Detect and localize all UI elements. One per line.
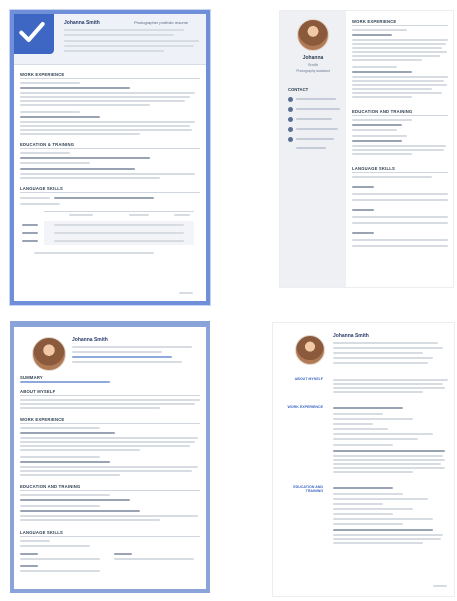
profile-photo bbox=[32, 337, 66, 371]
resume-name: Johanna Smith bbox=[333, 333, 369, 339]
section-heading: EDUCATION AND TRAINING bbox=[352, 109, 413, 114]
section-heading: LANGUAGE SKILLS bbox=[352, 166, 396, 171]
section-heading: EDUCATION AND TRAINING bbox=[293, 485, 323, 493]
profile-photo bbox=[297, 19, 329, 51]
resume-subtitle: Photography assistant bbox=[296, 69, 330, 73]
card-header: Johanna Smith Photographer portfolio res… bbox=[14, 14, 206, 65]
resume-template-card-3[interactable]: Johanna Smith SUMMARY ABOUT MYSELF WORK … bbox=[10, 321, 210, 593]
section-heading: ABOUT MYSELF bbox=[294, 377, 323, 381]
resume-template-card-2[interactable]: Johanna Smith Photography assistant CONT… bbox=[279, 10, 454, 288]
section-heading: WORK EXPERIENCE bbox=[20, 417, 65, 422]
sidebar: Johanna Smith Photography assistant CONT… bbox=[280, 11, 346, 287]
section-heading: EDUCATION AND TRAINING bbox=[20, 484, 81, 489]
resume-template-card-1[interactable]: Johanna Smith Photographer portfolio res… bbox=[10, 10, 210, 305]
section-heading: ABOUT MYSELF bbox=[20, 389, 56, 394]
section-heading: WORK EXPERIENCE bbox=[20, 72, 65, 77]
checkmark-icon bbox=[14, 14, 54, 54]
resume-name: Johanna Smith bbox=[72, 337, 108, 343]
section-heading: LANGUAGE SKILLS bbox=[20, 186, 64, 191]
resume-template-card-4[interactable]: Johanna Smith ABOUT MYSELF WORK EXPERIEN… bbox=[272, 322, 455, 597]
resume-name: Johanna Smith bbox=[64, 20, 100, 26]
resume-name: Johanna bbox=[302, 55, 324, 61]
resume-role: Photographer portfolio resume bbox=[134, 20, 189, 25]
section-heading: WORK EXPERIENCE bbox=[352, 19, 397, 24]
section-heading: LANGUAGE SKILLS bbox=[20, 530, 64, 535]
profile-photo bbox=[295, 335, 325, 365]
section-heading: SUMMARY bbox=[20, 375, 43, 380]
resume-surname: Smith bbox=[307, 62, 319, 67]
section-heading: WORK EXPERIENCE bbox=[287, 405, 323, 409]
section-heading: CONTACT bbox=[288, 87, 309, 92]
section-heading: EDUCATION & TRAINING bbox=[20, 142, 75, 147]
